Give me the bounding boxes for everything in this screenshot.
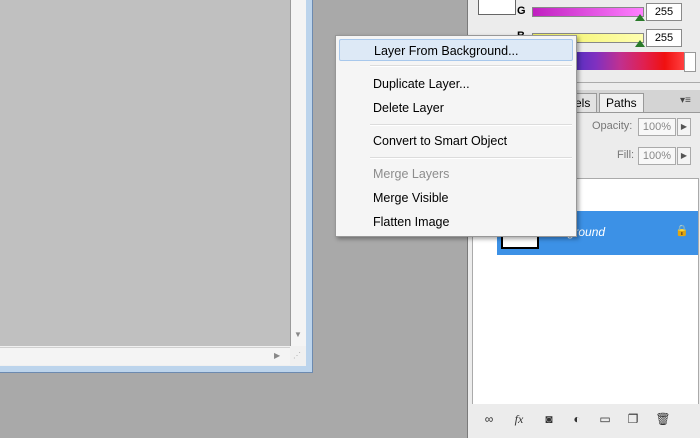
menu-item-layer-from-background[interactable]: Layer From Background... [339, 39, 573, 61]
document-window: ▼ ▶ ⋰ [0, 0, 313, 373]
menu-item-flatten-image[interactable]: Flatten Image [339, 211, 573, 233]
context-menu: Layer From Background... Duplicate Layer… [335, 35, 577, 237]
channel-label-g: G [517, 5, 526, 17]
fill-arrow-icon[interactable]: ▶ [677, 147, 691, 165]
canvas[interactable] [0, 0, 291, 346]
link-icon[interactable]: ∞ [480, 410, 498, 428]
spectrum-white-swatch[interactable] [684, 52, 696, 72]
resize-grip-icon[interactable]: ⋰ [293, 351, 301, 360]
folder-icon[interactable]: ▭ [596, 410, 614, 428]
opacity-arrow-icon[interactable]: ▶ [677, 118, 691, 136]
menu-separator [370, 65, 572, 67]
menu-item-merge-visible[interactable]: Merge Visible [339, 187, 573, 209]
menu-item-convert-to-smart-object[interactable]: Convert to Smart Object [339, 130, 573, 152]
lock-icon: 🔒 [675, 225, 689, 237]
value-b-input[interactable]: 255 [646, 29, 682, 47]
adjustment-icon[interactable]: ◐ [568, 410, 586, 428]
layers-footer: ∞ fx ◙ ◐ ▭ ❐ 🗑 [468, 404, 700, 438]
opacity-label: Opacity: [592, 120, 633, 132]
slider-g-thumb[interactable] [635, 14, 645, 21]
mask-icon[interactable]: ◙ [540, 410, 558, 428]
panel-menu-icon[interactable]: ▾≡ [680, 95, 691, 106]
fill-input[interactable]: 100% [638, 147, 676, 165]
menu-item-delete-layer[interactable]: Delete Layer [339, 97, 573, 119]
menu-item-merge-layers: Merge Layers [373, 167, 450, 181]
slider-g[interactable] [532, 7, 644, 17]
slider-b-thumb[interactable] [635, 40, 645, 47]
horizontal-scrollbar[interactable]: ▶ [0, 347, 290, 365]
vertical-scrollbar[interactable]: ▼ [291, 0, 306, 346]
tab-paths[interactable]: Paths [599, 93, 644, 112]
menu-separator [370, 124, 572, 126]
opacity-input[interactable]: 100% [638, 118, 676, 136]
new-layer-icon[interactable]: ❐ [624, 410, 642, 428]
value-g-input[interactable]: 255 [646, 3, 682, 21]
fx-icon[interactable]: fx [510, 410, 528, 428]
fill-label: Fill: [617, 149, 635, 161]
scroll-right-arrow-icon[interactable]: ▶ [274, 351, 280, 360]
menu-separator [370, 157, 572, 159]
trash-icon[interactable]: 🗑 [654, 410, 672, 428]
menu-item-duplicate-layer[interactable]: Duplicate Layer... [339, 73, 573, 95]
background-color-swatch[interactable] [478, 0, 516, 15]
document-area: ▼ ▶ ⋰ [0, 0, 306, 366]
scroll-down-arrow-icon[interactable]: ▼ [294, 330, 302, 339]
